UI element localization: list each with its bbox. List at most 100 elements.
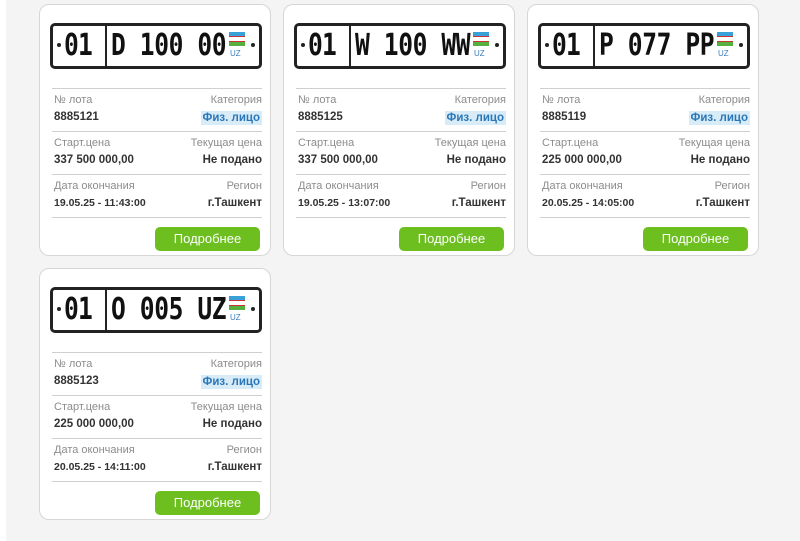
end-date-label: Дата окончания xyxy=(54,180,135,192)
price-row: Старт.цена Текущая цена 337 500 000,00 Н… xyxy=(296,131,506,174)
plate-bolt xyxy=(495,43,499,47)
price-row: Старт.цена Текущая цена 225 000 000,00 Н… xyxy=(52,395,262,438)
region: г.Ташкент xyxy=(207,197,262,209)
category-label: Категория xyxy=(210,94,262,106)
end-date: 20.05.25 - 14:11:00 xyxy=(54,461,146,473)
uzbekistan-flag-icon xyxy=(229,32,245,46)
plate-country-code: UZ xyxy=(474,49,485,58)
lot-row: № лота Категория 8885119 Физ. лицо xyxy=(540,88,750,131)
lot-details: № лота Категория 8885119 Физ. лицо Старт… xyxy=(540,88,750,218)
start-price: 225 000 000,00 xyxy=(54,418,134,430)
license-plate: 01 P 077 PP UZ xyxy=(538,23,750,69)
plate-bolt xyxy=(739,43,743,47)
current-price-label: Текущая цена xyxy=(434,137,506,149)
category-label: Категория xyxy=(210,358,262,370)
lot-card: 01 W 100 WW UZ № лота Категория 8885125 … xyxy=(283,4,515,256)
plate-bolt xyxy=(545,43,549,47)
start-price: 337 500 000,00 xyxy=(298,154,378,166)
category-label: Категория xyxy=(454,94,506,106)
lot-number-label: № лота xyxy=(54,94,93,106)
plate-divider xyxy=(593,26,595,66)
end-date: 19.05.25 - 11:43:00 xyxy=(54,197,146,209)
uzbekistan-flag-icon xyxy=(473,32,489,46)
uzbekistan-flag-icon xyxy=(717,32,733,46)
details-button[interactable]: Подробнее xyxy=(643,227,748,251)
current-price: Не подано xyxy=(690,154,750,166)
plate-bolt xyxy=(301,43,305,47)
details-button[interactable]: Подробнее xyxy=(155,491,260,515)
license-plate: 01 O 005 UZ UZ xyxy=(50,287,262,333)
plate-divider xyxy=(105,290,107,330)
lot-card: 01 D 100 00 UZ № лота Категория 8885121 … xyxy=(39,4,271,256)
end-date: 20.05.25 - 14:05:00 xyxy=(542,197,635,209)
category-badge: Физ. лицо xyxy=(200,375,262,389)
start-price: 225 000 000,00 xyxy=(542,154,622,166)
lot-number: 8885123 xyxy=(54,375,99,387)
category-badge: Физ. лицо xyxy=(444,111,506,125)
end-date: 19.05.25 - 13:07:00 xyxy=(298,197,391,209)
lot-details: № лота Категория 8885125 Физ. лицо Старт… xyxy=(296,88,506,218)
price-row: Старт.цена Текущая цена 337 500 000,00 Н… xyxy=(52,131,262,174)
plate-region-code: 01 xyxy=(64,28,93,63)
lot-number-label: № лота xyxy=(298,94,337,106)
lot-number: 8885119 xyxy=(542,111,587,123)
plate-bolt xyxy=(251,307,255,311)
end-date-label: Дата окончания xyxy=(298,180,379,192)
category-label: Категория xyxy=(698,94,750,106)
region-label: Регион xyxy=(470,180,506,192)
plate-bolt xyxy=(57,307,61,311)
plate-divider xyxy=(349,26,351,66)
plate-bolt xyxy=(57,43,61,47)
current-price-label: Текущая цена xyxy=(678,137,750,149)
plate-region-code: 01 xyxy=(552,28,581,63)
lot-card: 01 P 077 PP UZ № лота Категория 8885119 … xyxy=(527,4,759,256)
current-price: Не подано xyxy=(202,154,262,166)
end-date-label: Дата окончания xyxy=(542,180,623,192)
plate-country-code: UZ xyxy=(718,49,729,58)
region: г.Ташкент xyxy=(451,197,506,209)
date-row: Дата окончания Регион 20.05.25 - 14:11:0… xyxy=(52,438,262,482)
start-price-label: Старт.цена xyxy=(54,137,111,149)
current-price-label: Текущая цена xyxy=(190,137,262,149)
details-button[interactable]: Подробнее xyxy=(155,227,260,251)
plate-divider xyxy=(105,26,107,66)
lot-number-label: № лота xyxy=(54,358,93,370)
start-price-label: Старт.цена xyxy=(542,137,599,149)
start-price-label: Старт.цена xyxy=(54,401,111,413)
lot-row: № лота Категория 8885121 Физ. лицо xyxy=(52,88,262,131)
category-badge: Физ. лицо xyxy=(688,111,750,125)
plate-bolt xyxy=(251,43,255,47)
lot-details: № лота Категория 8885121 Физ. лицо Старт… xyxy=(52,88,262,218)
date-row: Дата окончания Регион 19.05.25 - 11:43:0… xyxy=(52,174,262,218)
license-plate: 01 W 100 WW UZ xyxy=(294,23,506,69)
plate-number: P 077 PP xyxy=(599,28,715,63)
start-price: 337 500 000,00 xyxy=(54,154,134,166)
plate-region-code: 01 xyxy=(308,28,337,63)
lot-row: № лота Категория 8885125 Физ. лицо xyxy=(296,88,506,131)
start-price-label: Старт.цена xyxy=(298,137,355,149)
category-badge: Физ. лицо xyxy=(200,111,262,125)
current-price: Не подано xyxy=(202,418,262,430)
plate-country-code: UZ xyxy=(230,313,241,322)
date-row: Дата окончания Регион 19.05.25 - 13:07:0… xyxy=(296,174,506,218)
price-row: Старт.цена Текущая цена 225 000 000,00 Н… xyxy=(540,131,750,174)
region-label: Регион xyxy=(714,180,750,192)
lot-details: № лота Категория 8885123 Физ. лицо Старт… xyxy=(52,352,262,482)
region: г.Ташкент xyxy=(207,461,262,473)
region-label: Регион xyxy=(226,180,262,192)
license-plate: 01 D 100 00 UZ xyxy=(50,23,262,69)
plate-country-code: UZ xyxy=(230,49,241,58)
end-date-label: Дата окончания xyxy=(54,444,135,456)
current-price-label: Текущая цена xyxy=(190,401,262,413)
region: г.Ташкент xyxy=(695,197,750,209)
lot-row: № лота Категория 8885123 Физ. лицо xyxy=(52,352,262,395)
details-button[interactable]: Подробнее xyxy=(399,227,504,251)
lots-grid: 01 D 100 00 UZ № лота Категория 8885121 … xyxy=(6,0,800,541)
date-row: Дата окончания Регион 20.05.25 - 14:05:0… xyxy=(540,174,750,218)
uzbekistan-flag-icon xyxy=(229,296,245,310)
lot-card: 01 O 005 UZ UZ № лота Категория 8885123 … xyxy=(39,268,271,520)
lot-number: 8885121 xyxy=(54,111,99,123)
plate-number: O 005 UZ xyxy=(111,292,227,327)
lot-number: 8885125 xyxy=(298,111,343,123)
plate-number: W 100 WW xyxy=(355,28,471,63)
